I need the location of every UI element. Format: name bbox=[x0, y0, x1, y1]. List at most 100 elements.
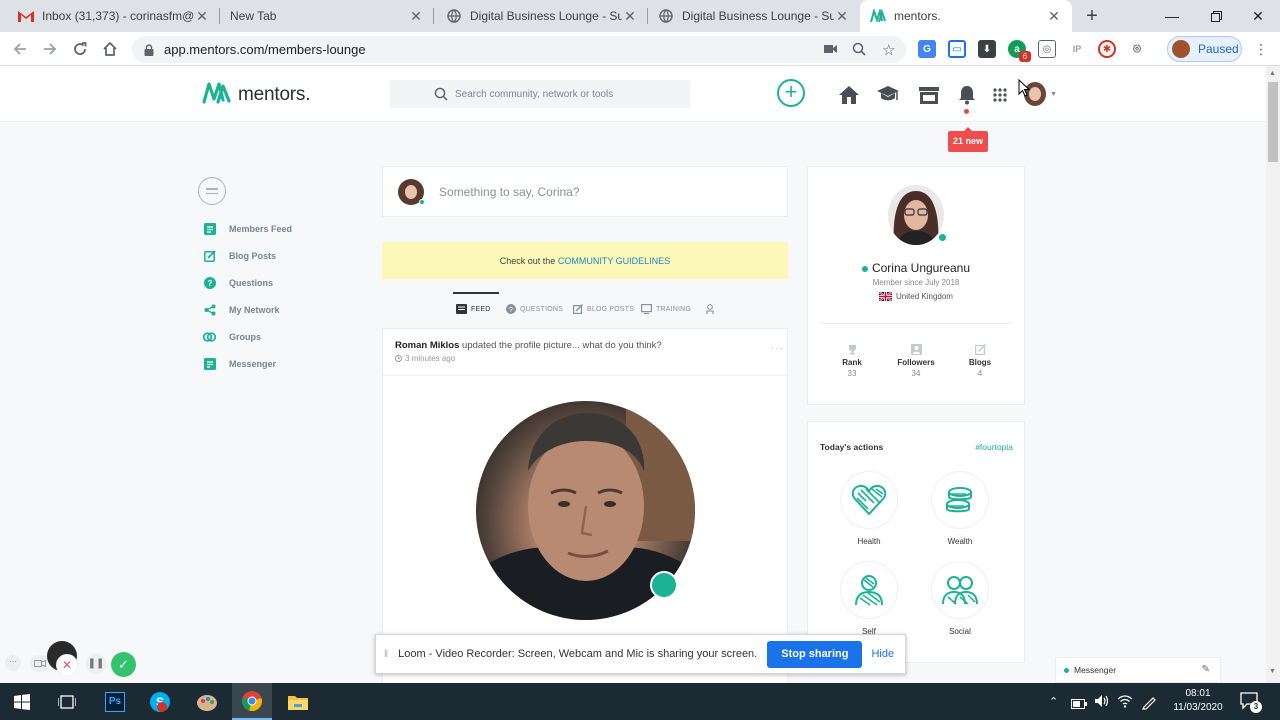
minimize-button[interactable]: — bbox=[1150, 0, 1194, 32]
tab-digital-business-lounge-2[interactable]: Digital Business Lounge - Supp ✕ bbox=[648, 0, 860, 32]
screen-extension-icon[interactable]: ▭ bbox=[948, 40, 966, 58]
create-post-button[interactable]: + bbox=[777, 79, 805, 107]
close-tab-icon[interactable]: ✕ bbox=[408, 8, 424, 25]
notification-count-badge: 3 bbox=[1250, 701, 1262, 713]
fourtopia-link[interactable]: #fourtopia bbox=[975, 442, 1013, 452]
messenger-chip[interactable]: Messenger ✎ bbox=[1055, 657, 1221, 683]
close-tab-icon[interactable]: ✕ bbox=[622, 8, 638, 25]
camera-blocked-icon[interactable] bbox=[824, 42, 838, 59]
page-scrollbar[interactable]: ▲ ▼ bbox=[1266, 66, 1280, 683]
search-box[interactable]: Search community, network or tools bbox=[390, 80, 690, 108]
finish-recording-button[interactable]: ✓ bbox=[111, 652, 136, 677]
sidebar-item-my-network[interactable]: My Network bbox=[203, 302, 280, 318]
back-button[interactable] bbox=[8, 37, 32, 61]
sidebar-item-groups[interactable]: Groups bbox=[203, 329, 261, 345]
profile-status: Paused bbox=[1198, 42, 1239, 56]
notifications-bell-icon[interactable] bbox=[955, 83, 979, 107]
home-button[interactable] bbox=[98, 37, 122, 61]
badge-arrow bbox=[963, 127, 973, 132]
person-icon bbox=[840, 561, 898, 619]
tab-new-tab[interactable]: New Tab ✕ bbox=[220, 0, 434, 32]
profile-paused-button[interactable]: Paused bbox=[1167, 36, 1242, 62]
close-window-button[interactable]: ✕ bbox=[1236, 0, 1280, 32]
restore-button[interactable] bbox=[1194, 0, 1238, 32]
sidebar-item-blog-posts[interactable]: Blog Posts bbox=[203, 248, 276, 264]
reload-button[interactable] bbox=[68, 37, 92, 61]
scrollbar-thumb[interactable] bbox=[1268, 82, 1278, 162]
chrome-menu-icon[interactable]: ⋮ bbox=[1254, 40, 1268, 58]
share-icon bbox=[203, 304, 216, 317]
chevron-down-icon[interactable]: ▼ bbox=[1050, 91, 1057, 98]
forward-button[interactable] bbox=[38, 37, 62, 61]
profile-avatar[interactable] bbox=[888, 185, 944, 245]
close-tab-icon[interactable]: ✕ bbox=[194, 8, 210, 25]
tab-blog-posts[interactable]: BLOG POSTS bbox=[572, 301, 634, 317]
tab-digital-business-lounge-1[interactable]: Digital Business Lounge - Supp ✕ bbox=[436, 0, 648, 32]
zoom-icon[interactable] bbox=[852, 42, 866, 59]
translate-extension-icon[interactable]: G bbox=[918, 40, 936, 58]
scroll-up-icon[interactable]: ▲ bbox=[1269, 70, 1276, 77]
paint-icon[interactable] bbox=[187, 683, 227, 720]
stat-followers[interactable]: Followers 34 bbox=[886, 344, 946, 378]
pen-icon[interactable] bbox=[1141, 694, 1157, 715]
close-tab-icon[interactable]: ✕ bbox=[834, 8, 850, 25]
wifi-icon[interactable] bbox=[1117, 694, 1133, 713]
chrome-taskbar-icon[interactable] bbox=[232, 683, 272, 720]
cancel-recording-button[interactable]: ✕ bbox=[56, 654, 78, 676]
stat-rank[interactable]: Rank 33 bbox=[822, 344, 882, 378]
tab-training[interactable]: TRAINING bbox=[641, 301, 691, 317]
scroll-down-icon[interactable]: ▼ bbox=[1269, 668, 1276, 675]
loom-more-icon[interactable]: ··· bbox=[5, 655, 21, 671]
community-guidelines-link[interactable]: COMMUNITY GUIDELINES bbox=[558, 256, 670, 266]
show-hidden-icons-icon[interactable]: ⌃ bbox=[1049, 695, 1058, 708]
tab-feed[interactable]: FEED bbox=[456, 301, 490, 317]
address-bar[interactable]: app.mentors.com/members-lounge ☆ bbox=[132, 36, 906, 63]
drag-handle-icon[interactable]: ‖ bbox=[384, 649, 388, 660]
site-logo[interactable]: mentors. bbox=[202, 80, 311, 109]
sidebar-item-members-feed[interactable]: Members Feed bbox=[203, 221, 292, 237]
sidebar-item-questions[interactable]: ? Questions bbox=[203, 275, 273, 291]
battery-icon[interactable] bbox=[1071, 696, 1087, 714]
edit-icon bbox=[572, 304, 583, 315]
system-clock[interactable]: 08:01 11/03/2020 bbox=[1163, 687, 1233, 715]
profile-name[interactable]: Corina Ungureanu bbox=[872, 261, 970, 275]
sidebar-item-label: Questions bbox=[229, 278, 274, 288]
stop-sharing-button[interactable]: Stop sharing bbox=[767, 640, 863, 668]
action-health[interactable]: Health bbox=[838, 471, 900, 546]
store-icon[interactable] bbox=[917, 83, 941, 107]
windows-start-icon[interactable] bbox=[2, 683, 42, 720]
mentors-page: mentors. Search community, network or to… bbox=[0, 66, 1266, 683]
action-wealth[interactable]: Wealth bbox=[929, 471, 991, 546]
action-self[interactable]: Self bbox=[838, 561, 900, 636]
tab-gmail[interactable]: Inbox (31,373) - corinasfm@gm ✕ bbox=[8, 0, 220, 32]
task-view-icon[interactable] bbox=[47, 683, 87, 720]
more-options-icon[interactable]: ··· bbox=[771, 343, 784, 354]
tab-mentors[interactable]: mentors. ✕ bbox=[860, 0, 1072, 32]
apps-grid-icon[interactable] bbox=[988, 83, 1012, 107]
volume-icon[interactable] bbox=[1094, 694, 1110, 713]
download-extension-icon[interactable]: ⬇ bbox=[978, 40, 996, 58]
post-composer[interactable]: Something to say, Corina? bbox=[382, 166, 788, 217]
hide-button[interactable]: Hide bbox=[871, 648, 894, 660]
file-explorer-icon[interactable] bbox=[278, 683, 318, 720]
sidebar-item-messenger[interactable]: Messenger bbox=[203, 356, 276, 372]
home-icon[interactable] bbox=[837, 83, 861, 107]
sidebar-toggle-button[interactable] bbox=[198, 177, 226, 205]
close-tab-icon[interactable]: ✕ bbox=[1046, 8, 1062, 25]
bookmark-star-icon[interactable]: ☆ bbox=[882, 41, 895, 59]
stat-blogs[interactable]: Blogs 4 bbox=[950, 344, 1010, 378]
graduation-cap-icon[interactable] bbox=[876, 83, 900, 107]
loom-extension-icon[interactable]: ✱ bbox=[1098, 40, 1116, 58]
tab-more[interactable] bbox=[704, 301, 719, 317]
ip-extension-icon[interactable]: IP bbox=[1068, 40, 1086, 58]
post-author[interactable]: Roman Miklos bbox=[395, 340, 459, 351]
action-social[interactable]: Social bbox=[929, 561, 991, 636]
photoshop-icon[interactable]: Ps bbox=[95, 683, 135, 720]
notifications-badge[interactable]: 21 new bbox=[948, 131, 988, 152]
tab-questions[interactable]: ? QUESTIONS bbox=[505, 301, 563, 317]
compose-icon[interactable]: ✎ bbox=[1202, 664, 1210, 675]
pause-recording-button[interactable]: ❚❚ bbox=[86, 654, 106, 674]
camera-extension-icon[interactable]: ⌾ bbox=[1128, 40, 1146, 58]
capture-extension-icon[interactable]: ◎ bbox=[1038, 40, 1056, 58]
new-tab-button[interactable]: + bbox=[1082, 5, 1102, 27]
